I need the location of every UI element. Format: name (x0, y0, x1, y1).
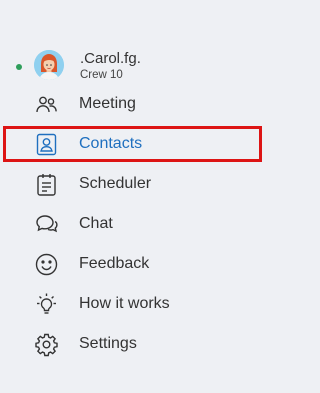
nav-item-label: How it works (79, 295, 170, 312)
nav-item-meeting[interactable]: Meeting (0, 84, 269, 124)
clipboard-icon (34, 172, 59, 197)
smiley-icon (34, 252, 59, 277)
chat-bubbles-icon (34, 212, 59, 237)
profile-subtitle: Crew 10 (80, 69, 123, 81)
profile-name: .Carol.fg. (80, 50, 141, 67)
nav-item-label: Scheduler (79, 175, 152, 192)
nav-item-chat[interactable]: Chat (0, 204, 269, 244)
nav-item-settings[interactable]: Settings (0, 324, 269, 364)
nav-item-label: Chat (79, 215, 113, 232)
avatar[interactable] (34, 50, 64, 80)
nav-item-feedback[interactable]: Feedback (0, 244, 269, 284)
nav-item-label: Settings (79, 335, 137, 352)
nav-item-label: Feedback (79, 255, 150, 272)
gear-icon (34, 332, 59, 357)
nav-item-how-it-works[interactable]: How it works (0, 284, 269, 324)
online-status-dot (16, 64, 22, 70)
nav-item-scheduler[interactable]: Scheduler (0, 164, 269, 204)
nav-item-contacts[interactable]: Contacts (0, 124, 269, 164)
nav-item-label: Meeting (79, 95, 136, 112)
user-profile[interactable]: .Carol.fg. Crew 10 (0, 44, 269, 86)
contact-card-icon (34, 132, 59, 157)
lightbulb-icon (34, 292, 59, 317)
nav-item-label: Contacts (79, 135, 143, 152)
people-icon (34, 92, 59, 117)
